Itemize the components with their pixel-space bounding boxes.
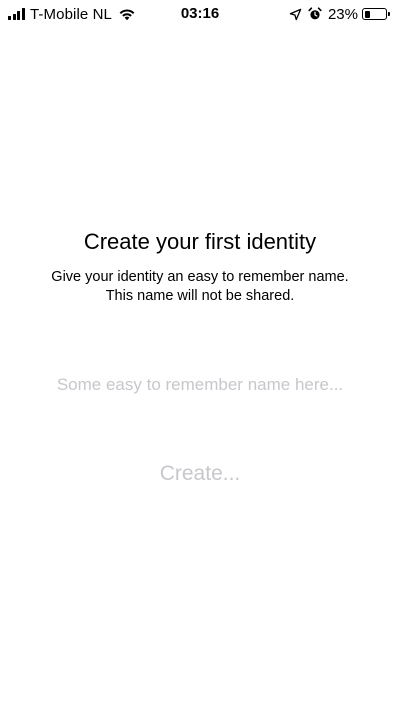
battery-icon	[362, 8, 387, 20]
identity-name-input[interactable]	[30, 372, 370, 398]
page-subtitle: Give your identity an easy to remember n…	[50, 268, 350, 306]
battery-percentage: 23%	[327, 5, 358, 23]
alarm-icon	[308, 7, 322, 20]
status-bar: T-Mobile NL 03:16 23%	[0, 0, 400, 28]
location-arrow-icon	[289, 8, 302, 20]
battery-tip	[388, 12, 390, 16]
subtitle-line-2: This name will not be shared.	[105, 288, 295, 304]
battery-level-fill	[364, 10, 370, 18]
subtitle-line-1: Give your identity an easy to remember n…	[51, 269, 349, 285]
status-bar-right: 23%	[289, 5, 390, 23]
create-button[interactable]: Create...	[120, 458, 280, 490]
page-title: Create your first identity	[83, 229, 317, 254]
